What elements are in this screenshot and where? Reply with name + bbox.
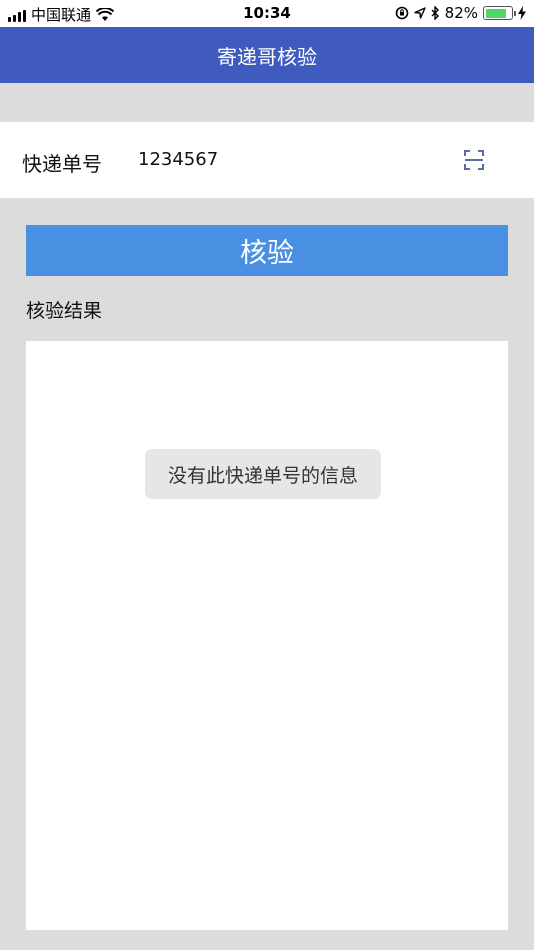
result-panel (26, 341, 508, 930)
scan-icon[interactable] (463, 149, 485, 171)
location-icon (413, 7, 426, 19)
tracking-label: 快递单号 (22, 152, 102, 176)
tracking-input[interactable]: 1234567 (138, 149, 218, 170)
battery-percent: 82% (444, 4, 478, 22)
result-title: 核验结果 (26, 300, 103, 322)
battery-icon (483, 6, 516, 20)
toast-message: 没有此快递单号的信息 (145, 449, 381, 499)
nav-bar: 寄递哥核验 (0, 27, 534, 83)
status-bar-right: 82% (395, 4, 526, 22)
orientation-lock-icon (395, 6, 408, 20)
status-bar: 中国联通 10:34 82% (0, 0, 534, 27)
charging-icon (518, 6, 526, 20)
bluetooth-icon (431, 6, 439, 20)
tracking-input-row[interactable]: 快递单号 1234567 (0, 122, 534, 198)
toast-text: 没有此快递单号的信息 (167, 464, 358, 487)
battery-level (485, 8, 506, 18)
page-title: 寄递哥核验 (217, 44, 317, 69)
verify-button[interactable]: 核验 (26, 225, 508, 276)
verify-button-label: 核验 (240, 238, 294, 269)
